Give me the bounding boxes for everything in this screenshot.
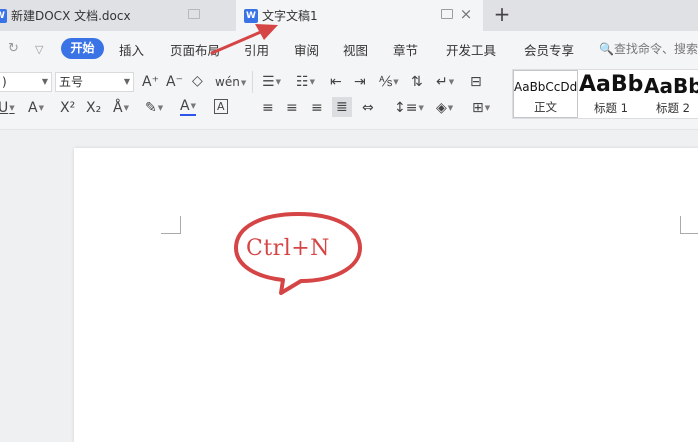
menu-tab-developer[interactable]: 开发工具 <box>446 40 496 59</box>
numbered-list-icon[interactable]: ☷▼ <box>296 74 315 90</box>
style-name: 正文 <box>534 100 557 114</box>
style-name: 标题 1 <box>594 101 628 115</box>
style-preview: AaBb <box>644 74 698 98</box>
new-tab-button[interactable]: + <box>491 4 513 26</box>
style-preview: AaBbCcDd <box>514 80 578 94</box>
bullet-list-icon[interactable]: ☰▼ <box>262 74 281 90</box>
document-page[interactable] <box>74 148 698 442</box>
style-name: 标题 2 <box>656 101 690 115</box>
menu-tab-review[interactable]: 审阅 <box>294 40 319 59</box>
search-placeholder: 查找命令、搜索 <box>613 42 698 56</box>
writer-doc-icon: W <box>244 8 258 23</box>
paragraph-mark-icon[interactable]: ↵▼ <box>436 74 454 90</box>
align-right-icon[interactable]: ≡ <box>311 100 323 116</box>
menu-tab-member[interactable]: 会员专享 <box>524 40 574 59</box>
float-window-icon[interactable] <box>188 9 200 19</box>
search-icon: 🔍 <box>599 42 614 56</box>
distributed-align-icon[interactable]: ⇔ <box>362 100 374 116</box>
font-color-icon[interactable]: A▼ <box>180 98 196 116</box>
decrease-indent-icon[interactable]: ⇤ <box>330 74 342 90</box>
clear-format-icon[interactable]: ◇ <box>192 73 203 89</box>
ribbon-menu-bar: ↻ ▽ 开始 插入 页面布局 引用 审阅 视图 章节 开发工具 会员专享 🔍查找… <box>0 31 698 66</box>
style-preview: AaBb <box>579 72 644 97</box>
margin-marker-left <box>161 216 181 234</box>
writer-doc-icon: W <box>0 8 7 23</box>
font-size-value: 五号 <box>59 75 84 89</box>
font-size-select[interactable]: 五号 ▼ <box>55 72 134 92</box>
highlight-icon[interactable]: ✎▼ <box>145 100 163 116</box>
superscript-icon[interactable]: X² <box>60 100 75 116</box>
formatting-toolbar: ) ▼ 五号 ▼ A⁺ A⁻ ◇ wén▼ ☰▼ ☷▼ ⇤ ⇥ ⅍▼ ⇅ ↵▼ ⊟ … <box>0 66 698 130</box>
subscript-icon[interactable]: X₂ <box>86 100 101 116</box>
font-name-select[interactable]: ) ▼ <box>0 72 52 92</box>
redo-icon[interactable]: ↻ <box>8 41 19 56</box>
chevron-down-icon: ▼ <box>123 77 130 86</box>
increase-indent-icon[interactable]: ⇥ <box>354 74 366 90</box>
font-color-label: A <box>180 98 190 114</box>
chinese-layout-icon[interactable]: ⅍▼ <box>379 74 399 90</box>
grow-font-icon[interactable]: A⁺ <box>142 74 159 90</box>
line-spacing-icon[interactable]: ↕≡▼ <box>394 100 424 116</box>
style-heading-2[interactable]: AaBb 标题 2 <box>644 70 698 118</box>
shading-icon[interactable]: ◈▼ <box>436 100 453 116</box>
strikethrough-icon[interactable]: A▼ <box>28 100 44 116</box>
customize-quick-access-icon[interactable]: ▽ <box>35 43 43 56</box>
chevron-down-icon: ▼ <box>41 77 48 86</box>
margin-marker-right <box>680 216 698 234</box>
justify-icon[interactable]: ≣ <box>332 97 352 117</box>
pinyin-guide-icon[interactable]: wén▼ <box>215 74 246 91</box>
menu-tab-insert[interactable]: 插入 <box>119 40 144 59</box>
close-icon[interactable]: × <box>459 6 473 22</box>
character-border-icon[interactable]: A <box>214 99 228 114</box>
tab-docx-file[interactable]: W 新建DOCX 文档.docx <box>0 0 230 31</box>
align-left-icon[interactable]: ≡ <box>262 100 274 116</box>
tab-bar: W 新建DOCX 文档.docx W 文字文稿1 × + <box>0 0 698 31</box>
command-search[interactable]: 🔍查找命令、搜索 <box>599 40 698 57</box>
menu-tab-home[interactable]: 开始 <box>61 38 104 59</box>
style-normal[interactable]: AaBbCcDd 正文 <box>513 70 578 118</box>
font-name-value: ) <box>2 75 7 89</box>
tab-ruler-icon[interactable]: ⊟ <box>470 74 482 90</box>
style-gallery: AaBbCcDd 正文 AaBb 标题 1 AaBb 标题 2 <box>512 69 698 119</box>
tab-label: 新建DOCX 文档.docx <box>11 9 131 23</box>
sort-icon[interactable]: ⇅ <box>411 74 423 90</box>
pinyin-label: wén <box>215 75 240 89</box>
arrow-annotation-icon <box>210 24 278 55</box>
align-center-icon[interactable]: ≡ <box>286 100 298 116</box>
shrink-font-icon[interactable]: A⁻ <box>166 74 183 90</box>
menu-tab-chapter[interactable]: 章节 <box>393 40 418 59</box>
float-window-icon[interactable] <box>441 9 453 19</box>
underline-icon[interactable]: U▼ <box>0 100 15 116</box>
tab-label: 文字文稿1 <box>262 9 318 23</box>
menu-tab-view[interactable]: 视图 <box>343 40 368 59</box>
annotation-shortcut-text: Ctrl+N <box>246 236 330 261</box>
toolbar-divider <box>252 71 253 93</box>
borders-icon[interactable]: ⊞▼ <box>472 100 490 116</box>
style-heading-1[interactable]: AaBb 标题 1 <box>579 70 643 118</box>
text-effect-icon[interactable]: Å▼ <box>113 100 129 116</box>
